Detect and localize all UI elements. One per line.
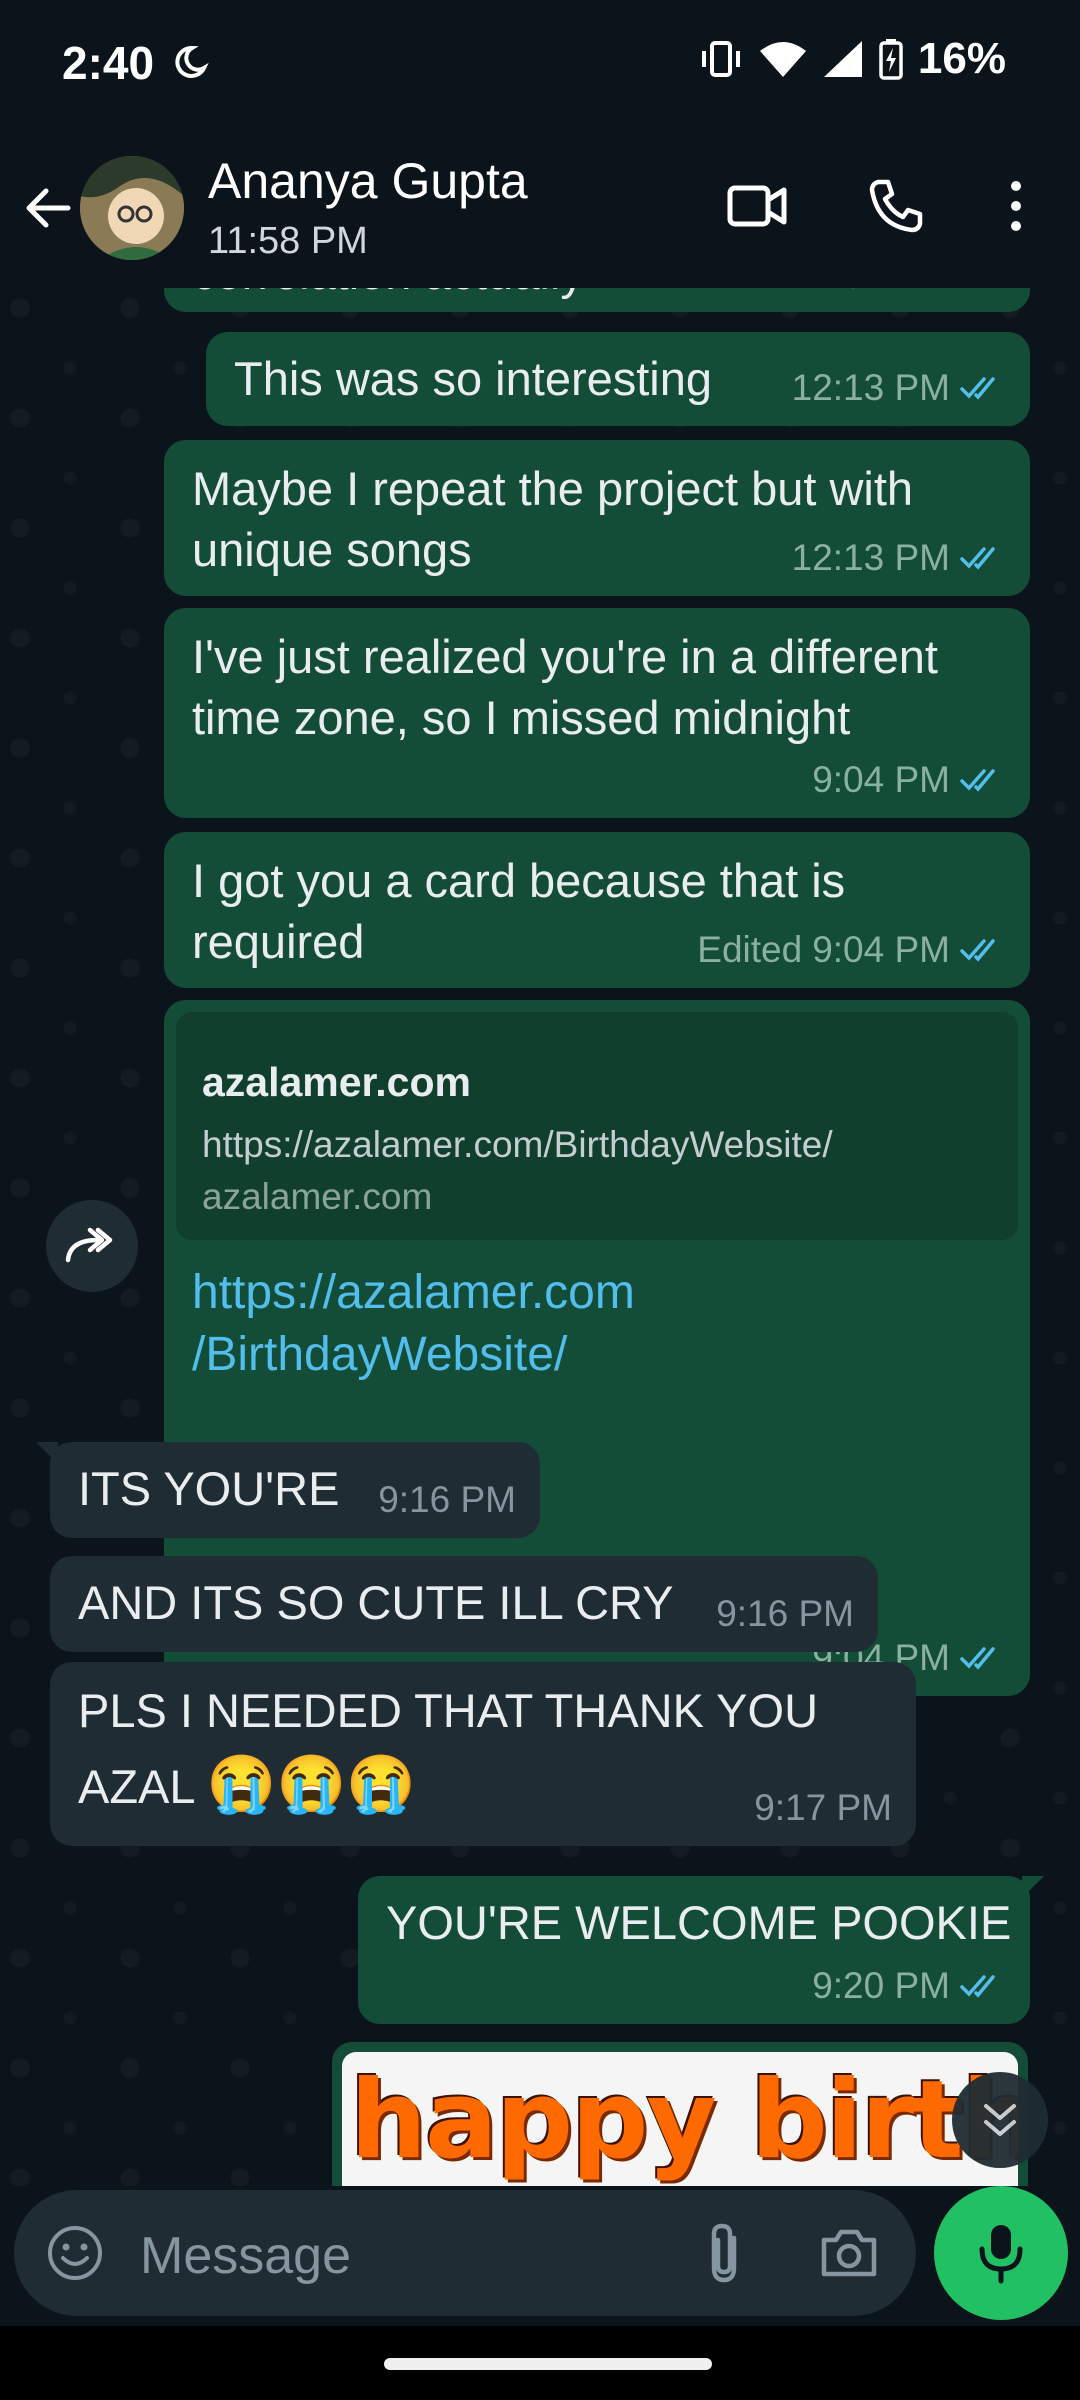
voice-record-button[interactable] [934,2186,1068,2320]
read-receipt-icon [960,1974,995,1998]
birthday-card-image[interactable]: happy birthday [342,2052,1018,2202]
status-bar: 2:40 16% [0,0,1080,130]
chat-header: Ananya Gupta 11:58 PM [0,130,1080,289]
cell-signal-icon [823,41,862,77]
birthday-image-text: happy birthday [350,2058,1018,2183]
message-outgoing[interactable]: I got you a card because that is require… [164,832,1030,988]
link-preview-domain: azalamer.com [202,1176,433,1217]
message-outgoing[interactable]: This was so interesting 12:13 PM [206,332,1030,426]
message-placeholder: Message [140,2227,351,2285]
avatar-illustration-icon [80,156,184,260]
voice-call-icon[interactable] [866,176,926,236]
wifi-icon [759,42,806,77]
message-time: 12:02 PM [792,288,950,306]
link-preview-title: azalamer.com [202,1059,471,1105]
message-outgoing[interactable]: I've just realized you're in a different… [164,608,1030,818]
forward-arrow-icon [65,1227,113,1263]
camera-icon[interactable] [818,2224,880,2280]
video-call-icon[interactable] [726,176,788,236]
forward-button[interactable] [46,1200,138,1292]
read-receipt-icon [960,288,1006,289]
back-arrow-icon[interactable] [22,182,74,234]
link-preview-card[interactable]: azalamer.com https://azalamer.com/Birthd… [176,1012,1018,1240]
message-text: I've just realized you're in a different… [192,630,938,744]
message-text: AND ITS SO CUTE ILL CRY [78,1576,674,1629]
message-time: 12:13 PM [791,367,950,408]
message-outgoing[interactable]: YOU'RE WELCOME POOKIE 9:20 PM [358,1876,1044,2024]
message-time: 9:17 PM [754,1787,892,1828]
status-icons: 16% [698,34,1006,84]
do-not-disturb-moon-icon [175,45,209,78]
message-time: 9:16 PM [716,1593,854,1634]
double-chevron-down-icon [984,2104,1016,2136]
message-time: 12:13 PM [791,537,950,578]
message-link[interactable]: https://azalamer.com /BirthdayWebsite/ [192,1262,635,1386]
read-receipt-icon [960,1646,995,1670]
message-text: This was so interesting [234,352,713,405]
scroll-to-bottom-button[interactable] [952,2072,1048,2168]
message-incoming[interactable]: AND ITS SO CUTE ILL CRY 9:16 PM [50,1556,878,1652]
read-receipt-icon [960,938,995,962]
microphone-icon [979,2225,1023,2284]
message-outgoing[interactable]: Maybe I repeat the project but with uniq… [164,440,1030,596]
message-text: ITS YOU'RE [78,1462,340,1515]
battery-percentage: 16% [917,34,1006,83]
last-seen: 11:58 PM [208,220,368,262]
message-incoming[interactable]: ITS YOU'RE 9:16 PM [36,1442,540,1538]
message-time: 9:04 PM [812,929,950,970]
message-text: PLS I NEEDED THAT THANK YOU AZAL 😭😭😭 [78,1684,819,1815]
status-time: 2:40 [62,37,155,89]
contact-avatar[interactable] [80,156,184,260]
message-outgoing[interactable]: correlation actually 12:02 PM [164,288,1030,312]
edited-label: Edited [697,929,803,970]
message-time: 9:04 PM [812,759,950,800]
read-receipt-icon [960,768,995,792]
message-text: YOU'RE WELCOME POOKIE [386,1896,1012,1949]
read-receipt-icon [960,546,995,570]
chat-messages[interactable]: correlation actually 12:02 PM This was s… [0,288,1080,2186]
message-incoming[interactable]: PLS I NEEDED THAT THANK YOU AZAL 😭😭😭 9:1… [50,1662,916,1846]
crying-emoji: 😭😭😭 [206,1752,417,1815]
home-gesture-handle[interactable] [384,2358,712,2370]
message-input[interactable]: Message [14,2190,916,2316]
attach-paperclip-icon[interactable] [700,2220,748,2286]
vibrate-icon [701,41,740,77]
composer-bar: Message [0,2186,1080,2326]
contact-name[interactable]: Ananya Gupta [208,152,528,210]
more-options-icon[interactable] [1004,176,1028,236]
read-receipt-icon [960,376,995,400]
emoji-icon[interactable] [46,2224,104,2282]
battery-charging-icon [879,39,903,80]
system-navigation-bar [0,2326,1080,2400]
message-time: 9:16 PM [378,1479,516,1520]
message-time: 9:20 PM [812,1965,950,2006]
message-outgoing-image[interactable]: happy birthday [332,2042,1028,2202]
